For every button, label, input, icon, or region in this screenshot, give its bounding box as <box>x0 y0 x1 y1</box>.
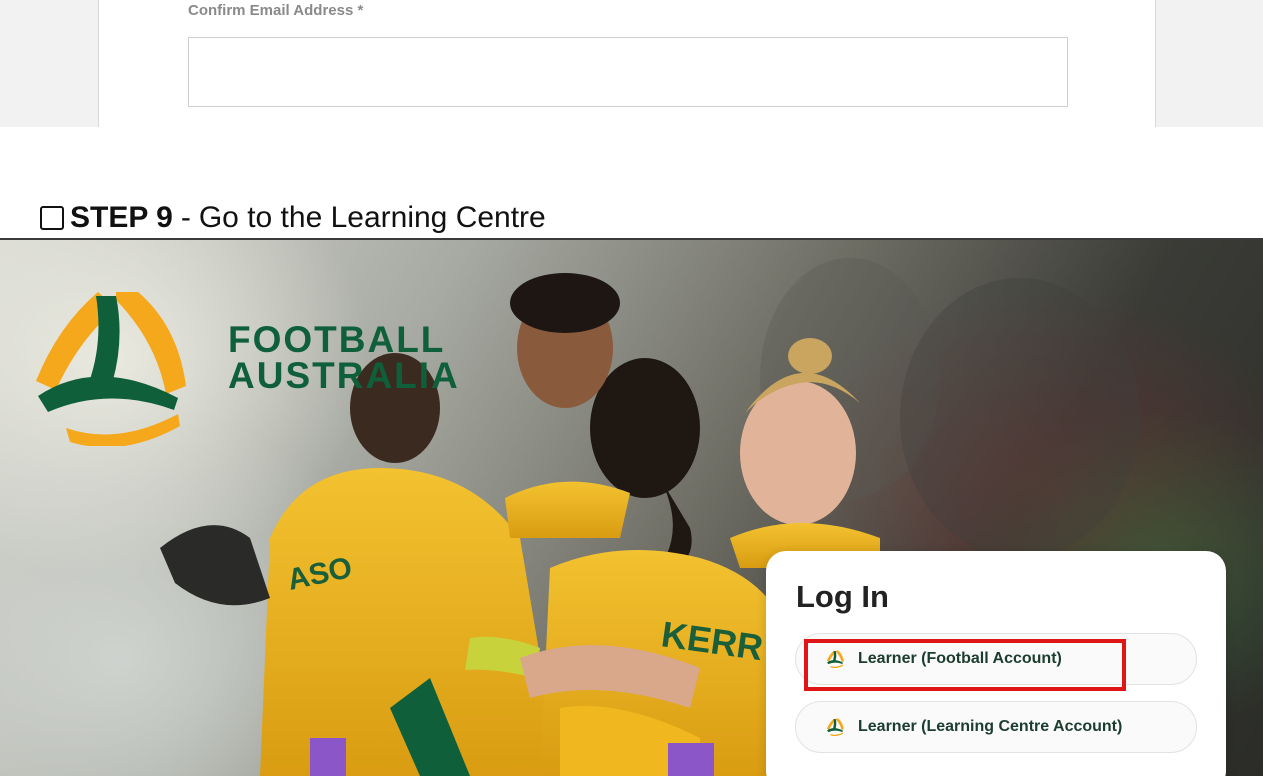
football-australia-logo-icon <box>826 718 844 736</box>
wordmark-line-1: FOOTBALL <box>228 319 446 360</box>
step-text: Go to the Learning Centre <box>198 201 546 234</box>
step-number: STEP 9 <box>70 201 173 234</box>
confirm-email-label: Confirm Email Address * <box>188 2 364 19</box>
login-card: Log In Learner (Football Account) Learne… <box>766 551 1226 776</box>
checkbox-empty-icon <box>40 206 64 230</box>
football-australia-logo-icon <box>36 292 186 446</box>
learner-learning-centre-account-button[interactable]: Learner (Learning Centre Account) <box>795 701 1197 753</box>
football-australia-wordmark: FOOTBALL AUSTRALIA <box>228 319 460 396</box>
form-card: Confirm Email Address * <box>98 0 1156 127</box>
form-section: Confirm Email Address * <box>0 0 1263 127</box>
login-title: Log In <box>796 579 889 614</box>
hero-panel: KERR ASO FOOTBALL AUSTRALIA Log In Learn… <box>0 238 1263 776</box>
confirm-email-input[interactable] <box>188 37 1068 107</box>
learner-football-account-label: Learner (Football Account) <box>858 650 1062 667</box>
step-heading: STEP 9 - Go to the Learning Centre <box>40 197 546 239</box>
wordmark-line-2: AUSTRALIA <box>228 355 460 396</box>
football-australia-logo-icon <box>826 650 844 668</box>
learner-learning-centre-account-label: Learner (Learning Centre Account) <box>858 718 1123 735</box>
learner-football-account-button[interactable]: Learner (Football Account) <box>795 633 1197 685</box>
step-separator: - <box>180 201 191 234</box>
